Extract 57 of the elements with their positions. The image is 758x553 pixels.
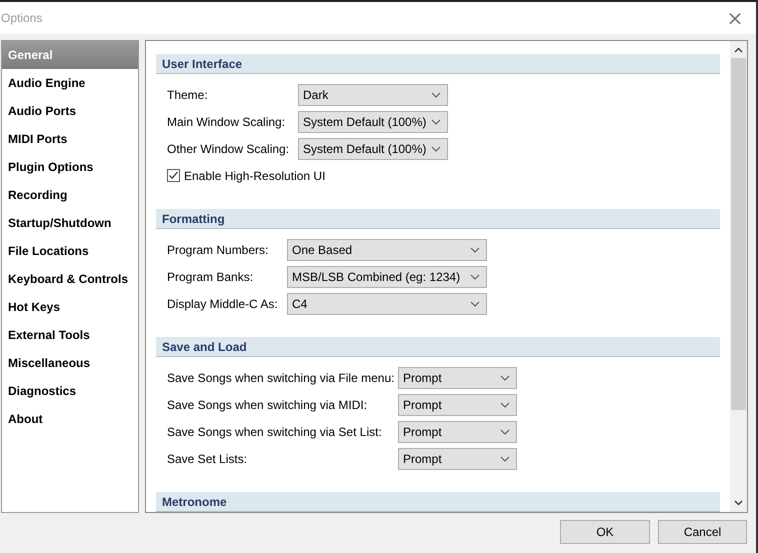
field-label: Other Window Scaling:	[167, 142, 290, 156]
dialog-button[interactable]: OK	[560, 520, 650, 544]
close-button[interactable]: ×	[720, 4, 750, 32]
chevron-down-icon	[500, 456, 510, 462]
chevron-down-icon	[431, 92, 441, 98]
scroll-up-icon[interactable]	[734, 47, 743, 53]
field-label: Save Songs when switching via File menu:	[167, 370, 396, 384]
field-label: Program Numbers:	[167, 242, 270, 256]
field-label: Save Songs when switching via Set List:	[167, 424, 383, 438]
field-label: Theme:	[167, 88, 209, 102]
dropdown[interactable]: Prompt	[398, 394, 517, 416]
scroll-down-icon[interactable]	[734, 500, 743, 506]
sidebar-item[interactable]: Recording	[2, 181, 138, 209]
chevron-down-icon	[500, 402, 510, 408]
field-label: Save Songs when switching via MIDI:	[167, 398, 368, 412]
section-header: Formatting	[156, 209, 720, 229]
sidebar-item[interactable]: Startup/Shutdown	[2, 209, 138, 237]
section-header: Save and Load	[156, 337, 720, 357]
sidebar-item[interactable]: Plugin Options	[2, 153, 138, 181]
sidebar-item[interactable]: Diagnostics	[2, 377, 138, 405]
checkbox[interactable]	[167, 169, 180, 182]
sidebar-item[interactable]: External Tools	[2, 321, 138, 349]
window-title: Options	[0, 11, 42, 25]
sidebar-item[interactable]: About	[2, 405, 138, 433]
field-label: Main Window Scaling:	[167, 114, 286, 128]
sidebar-item[interactable]: Hot Keys	[2, 293, 138, 321]
chevron-down-icon	[470, 274, 480, 280]
dropdown[interactable]: Prompt	[398, 366, 517, 388]
sidebar-item[interactable]: Keyboard & Controls	[2, 265, 138, 293]
chevron-down-icon	[431, 146, 441, 152]
chevron-down-icon	[470, 246, 480, 252]
dialog-button[interactable]: Cancel	[658, 520, 747, 544]
chevron-down-icon	[470, 300, 480, 306]
dropdown[interactable]: Prompt	[398, 420, 517, 442]
dropdown[interactable]: System Default (100%)	[298, 110, 448, 132]
chevron-down-icon	[500, 374, 510, 380]
dropdown[interactable]: Prompt	[398, 448, 517, 470]
sidebar-item[interactable]: MIDI Ports	[2, 125, 138, 153]
vertical-scrollbar[interactable]	[730, 41, 747, 512]
field-label: Program Banks:	[167, 270, 254, 284]
sidebar-item[interactable]: Miscellaneous	[2, 349, 138, 377]
section-header: User Interface	[156, 54, 720, 74]
scrollbar-thumb[interactable]	[731, 58, 746, 410]
dropdown[interactable]: Dark	[298, 84, 448, 106]
section-header: Metronome	[156, 492, 720, 512]
chevron-down-icon	[431, 118, 441, 124]
dropdown[interactable]: System Default (100%)	[298, 138, 448, 160]
dropdown[interactable]: MSB/LSB Combined (eg: 1234)	[287, 266, 487, 288]
sidebar-item[interactable]: File Locations	[2, 237, 138, 265]
sidebar-item[interactable]: Audio Engine	[2, 69, 138, 97]
field-label: Save Set Lists:	[167, 452, 248, 466]
checkbox-label: Enable High-Resolution UI	[184, 168, 326, 182]
sidebar-item[interactable]: Audio Ports	[2, 97, 138, 125]
field-label: Display Middle-C As:	[167, 296, 279, 310]
chevron-down-icon	[500, 428, 510, 434]
dropdown[interactable]: C4	[287, 292, 487, 314]
dropdown[interactable]: One Based	[287, 238, 487, 260]
